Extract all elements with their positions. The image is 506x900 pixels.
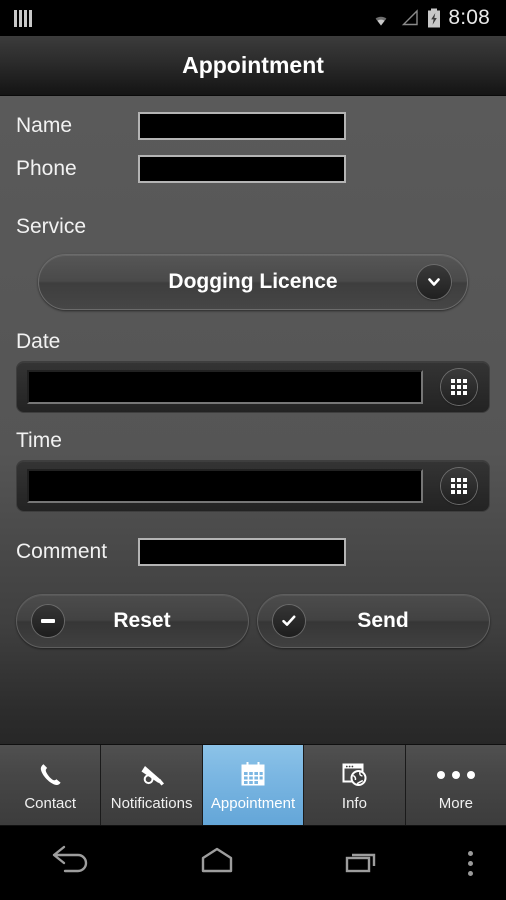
wifi-icon: [375, 16, 387, 26]
phone-row: Phone: [16, 144, 490, 193]
time-picker-button[interactable]: [441, 468, 477, 504]
tab-more-label: More: [438, 795, 473, 812]
status-bar-system-icons: 8:08: [369, 6, 496, 30]
form-actions: Reset Send: [16, 594, 490, 648]
ellipsis-horizontal-icon: [436, 758, 475, 792]
tab-more[interactable]: More: [405, 745, 506, 825]
date-input[interactable]: [27, 370, 423, 404]
browser-globe-icon: [339, 758, 369, 792]
bottom-tab-bar: Contact Notifications Appointment Info M…: [0, 744, 506, 826]
tab-appointment[interactable]: Appointment: [202, 745, 305, 825]
chevron-down-icon: [417, 265, 451, 299]
tab-notifications-label: Notifications: [110, 795, 193, 812]
status-bar-notifications: [14, 9, 32, 27]
time-row: [16, 460, 490, 512]
battery-charging-icon: [428, 8, 441, 28]
app-title-bar: Appointment: [0, 36, 506, 96]
cell-signal-icon: [402, 9, 419, 26]
calendar-icon: [238, 758, 268, 792]
megaphone-icon: [136, 758, 168, 792]
phone-input[interactable]: [138, 154, 346, 183]
reset-button[interactable]: Reset: [16, 594, 249, 648]
android-navigation-bar: [0, 826, 506, 900]
back-button[interactable]: [0, 844, 145, 883]
service-dropdown[interactable]: Dogging Licence: [38, 254, 468, 310]
reset-button-label: Reset: [113, 609, 171, 632]
comment-label: Comment: [16, 540, 108, 563]
name-row: Name: [16, 96, 490, 144]
back-arrow-icon: [46, 844, 98, 883]
name-input[interactable]: [138, 112, 346, 140]
tab-info[interactable]: Info: [304, 745, 406, 825]
recents-button[interactable]: [289, 844, 434, 883]
phone-label: Phone: [16, 156, 77, 180]
recents-icon: [336, 844, 388, 883]
keypad-grid-icon: [451, 379, 467, 395]
service-label: Service: [16, 215, 87, 238]
phone-screen: 8:08 Appointment Name Phone Service Dogg…: [0, 0, 506, 900]
status-bar-clock: 8:08: [448, 6, 490, 29]
appointment-form: Name Phone Service Dogging Licence Date …: [0, 96, 506, 744]
date-row: [16, 361, 490, 413]
tab-notifications[interactable]: Notifications: [101, 745, 203, 825]
home-button[interactable]: [145, 844, 290, 883]
comment-row: Comment: [16, 532, 490, 572]
name-label: Name: [16, 114, 73, 137]
tab-appointment-label: Appointment: [210, 795, 296, 812]
date-label: Date: [16, 330, 61, 353]
date-picker-button[interactable]: [441, 369, 477, 405]
comment-input[interactable]: [138, 538, 346, 566]
minus-circle-icon: [32, 605, 64, 637]
time-label: Time: [16, 429, 62, 452]
home-icon: [191, 844, 243, 883]
service-selected-value: Dogging Licence: [168, 270, 338, 293]
status-bar: 8:08: [0, 0, 506, 36]
time-input[interactable]: [27, 469, 423, 503]
barcode-bars-icon: [14, 9, 32, 27]
check-circle-icon: [273, 605, 305, 637]
phone-icon: [35, 758, 65, 792]
send-button[interactable]: Send: [257, 594, 490, 648]
tab-contact-label: Contact: [24, 795, 77, 812]
page-title: Appointment: [182, 52, 324, 78]
overflow-menu-button[interactable]: [434, 850, 506, 876]
overflow-menu-icon: [467, 850, 473, 876]
tab-contact[interactable]: Contact: [0, 745, 102, 825]
send-button-label: Send: [357, 609, 409, 632]
keypad-grid-icon: [451, 478, 467, 494]
tab-info-label: Info: [341, 795, 367, 812]
